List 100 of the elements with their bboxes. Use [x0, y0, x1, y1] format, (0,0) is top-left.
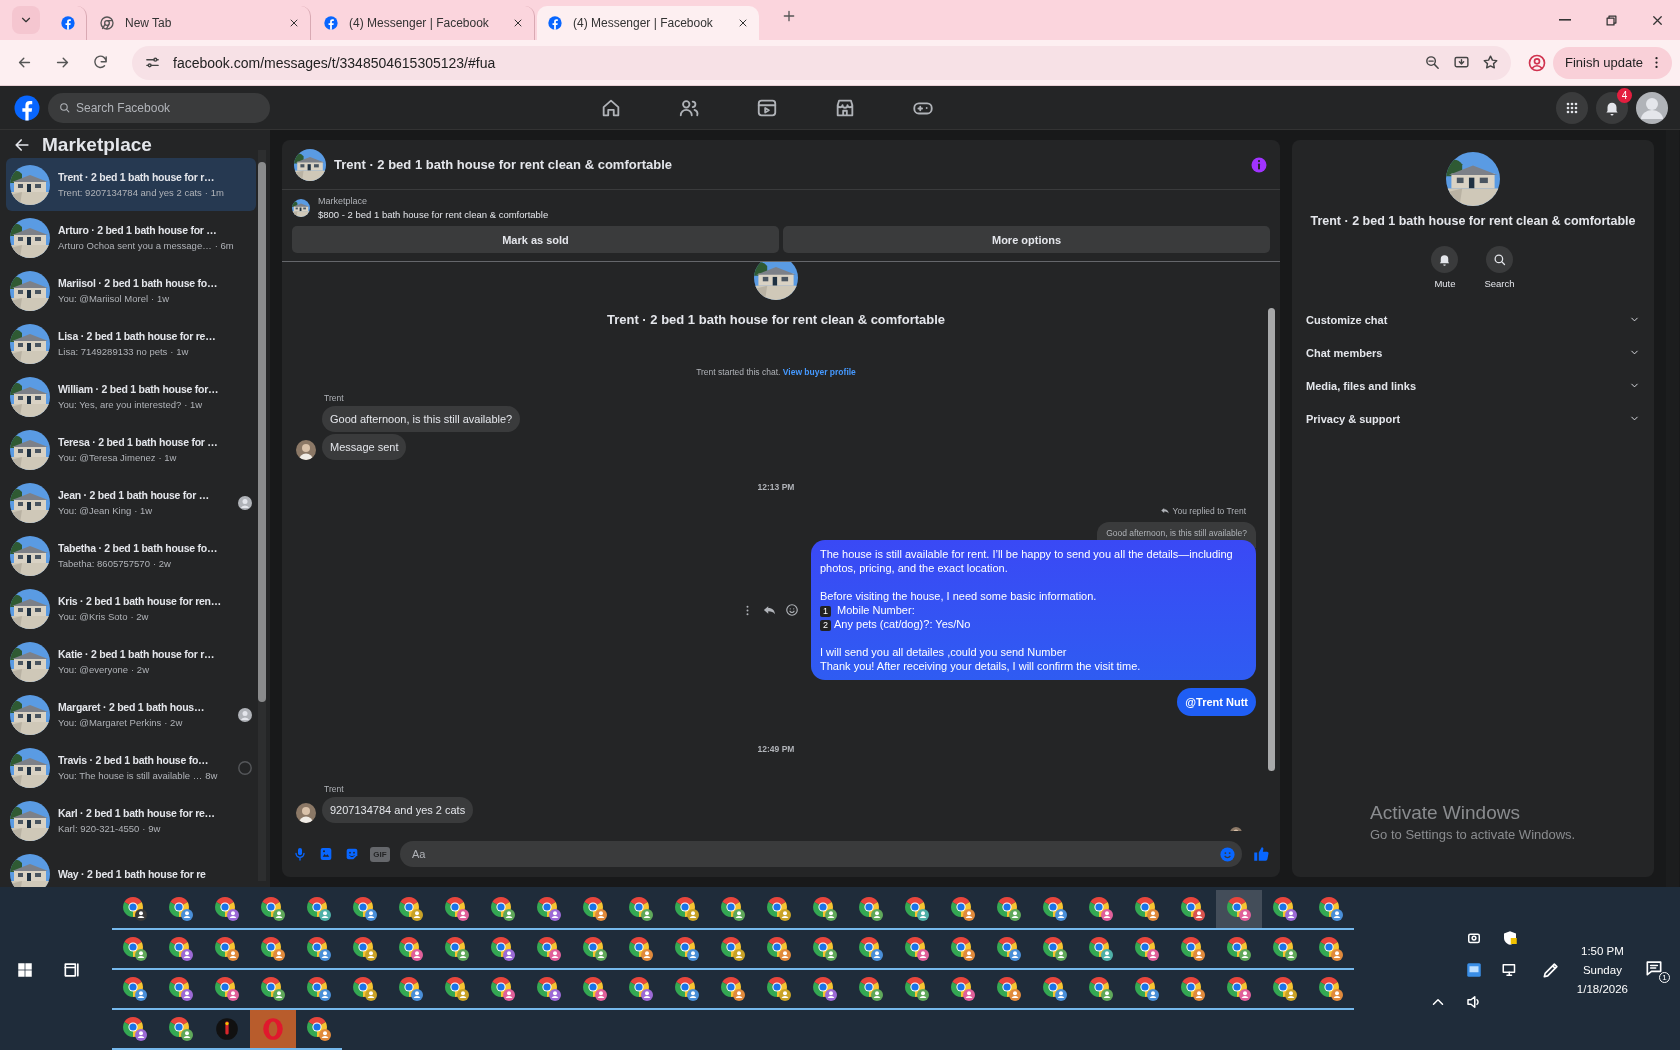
action-button[interactable]: More options: [783, 226, 1270, 253]
message-bubble: 9207134784 and yes 2 cats: [322, 797, 474, 823]
conversation-item[interactable]: Teresa · 2 bed 1 bath house for … You: @Teresa Jimenez · 1w: [6, 423, 256, 476]
sticker-icon[interactable]: [344, 846, 360, 862]
bookmark-star-icon[interactable]: [1481, 54, 1499, 71]
conversation-item[interactable]: William · 2 bed 1 bath house for… You: Yes, are you interested? · 1w: [6, 370, 256, 423]
notifications-button[interactable]: 1: [1644, 957, 1670, 983]
close-icon[interactable]: [512, 17, 524, 29]
browser-tab[interactable]: (4) Messenger | Facebook: [537, 6, 759, 40]
menu-button[interactable]: [1556, 91, 1588, 124]
address-bar[interactable]: facebook.com/messages/t/3348504615305123/#fua: [132, 45, 1511, 80]
app-icon[interactable]: [1464, 961, 1483, 979]
message-preview: You: The house is still available …: [58, 770, 203, 781]
conversation-item[interactable]: Jean · 2 bed 1 bath house for … You: @Jean King · 1w: [6, 476, 256, 529]
system-message: Trent started this chat. View buyer profile: [695, 367, 857, 377]
conversation-title: Tabetha · 2 bed 1 bath house fo…: [58, 542, 219, 554]
message-time: · 1w: [134, 505, 153, 516]
listing-title: $800 - 2 bed 1 bath house for rent clean & comfortable: [318, 209, 549, 220]
section-header[interactable]: Media, files and links: [1304, 369, 1642, 402]
update-button[interactable]: Finish update: [1552, 46, 1672, 79]
conversation-title: Trent · 2 bed 1 bath house for rent clean & comfortable: [1310, 214, 1636, 228]
conversation-item[interactable]: Katie · 2 bed 1 bath house for r… You: @everyone · 2w: [6, 635, 256, 688]
conversation-item[interactable]: Arturo · 2 bed 1 bath house for … Arturo Ochoa sent you a message… · 6m: [6, 211, 256, 264]
timestamp: 12:49 PM: [756, 744, 796, 754]
message-field[interactable]: Aa: [400, 841, 1242, 867]
reload-icon: [91, 54, 109, 71]
microphone-icon[interactable]: [292, 846, 308, 862]
conversation-title: Lisa · 2 bed 1 bath house for re…: [58, 330, 217, 342]
message-time: · 1w: [158, 452, 177, 463]
message-preview: You: @Kris Soto: [58, 611, 128, 622]
conversation-item[interactable]: Kris · 2 bed 1 bath house for ren… You: @Kris Soto · 2w: [6, 582, 256, 635]
task-view-icon[interactable]: [62, 960, 82, 980]
message-preview: You: @Mariisol Morel: [58, 293, 149, 304]
conversation-title: Way · 2 bed 1 bath house for re: [58, 867, 207, 880]
message-preview: You: @Margaret Perkins: [58, 717, 162, 728]
message-preview: Karl: 920-321-4550: [58, 823, 140, 834]
logo-icon: [547, 15, 563, 31]
activation-text: Go to Settings to activate Windows.: [1370, 827, 1576, 842]
conversation-item[interactable]: Mariisol · 2 bed 1 bath house fo… You: @Mariisol Morel · 1w: [6, 264, 256, 317]
conversation-title: Trent · 2 bed 1 bath house for r…: [58, 171, 216, 183]
conversation-item[interactable]: Trent · 2 bed 1 bath house for r… Trent: 9207134784 and yes 2 cats · 1m: [6, 158, 256, 211]
chat-title: Trent · 2 bed 1 bath house for rent clean & comfortable: [334, 157, 674, 172]
activation-title: Activate Windows: [1370, 802, 1521, 824]
conversation-title: William · 2 bed 1 bath house for…: [58, 383, 220, 395]
search-icon: [1492, 252, 1507, 267]
conversation-item[interactable]: Tabetha · 2 bed 1 bath house fo… Tabetha: 8605757570 · 2w: [6, 529, 256, 582]
thumbs-up-icon[interactable]: [1252, 845, 1270, 863]
message-time: · 1m: [204, 187, 224, 198]
section-header[interactable]: Customize chat: [1304, 303, 1642, 336]
conversation-title: Jean · 2 bed 1 bath house for …: [58, 489, 210, 501]
conversation-item[interactable]: Lisa · 2 bed 1 bath house for re… Lisa: 7149289133 no pets · 1w: [6, 317, 256, 370]
message-bubble: @Trent Nutt: [1177, 688, 1256, 716]
search-field[interactable]: Search Facebook: [48, 92, 270, 123]
sender-name: Trent: [324, 393, 345, 403]
conversation-item[interactable]: Karl · 2 bed 1 bath house for re… Karl: 920-321-4550 · 9w: [6, 794, 256, 847]
sender-name: Trent: [324, 784, 345, 794]
browser-icon: [99, 15, 115, 31]
scrollbar[interactable]: [258, 150, 266, 881]
message-time: · 2w: [152, 558, 171, 569]
info-icon[interactable]: [1250, 155, 1268, 174]
message-time: · 6m: [214, 240, 234, 251]
message-bubble: Good afternoon, is this still available?: [322, 406, 521, 432]
profile-icon[interactable]: [1526, 52, 1547, 73]
chat-intro-title: Trent · 2 bed 1 bath house for rent clean & comfortable: [606, 312, 946, 327]
message-time: · 9w: [142, 823, 161, 834]
conversation-item[interactable]: Travis · 2 bed 1 bath house fo… You: The house is still available … 8w: [6, 741, 256, 794]
message-preview: Trent: 9207134784 and yes 2 cats: [58, 187, 202, 198]
logo-icon: [60, 15, 76, 31]
listing-label: Marketplace: [318, 196, 369, 206]
notification-badge: 4: [1617, 87, 1632, 103]
avatar[interactable]: [1636, 91, 1668, 124]
close-icon[interactable]: [737, 17, 749, 29]
zoom-icon[interactable]: [1423, 54, 1441, 71]
app-icon: [214, 1016, 240, 1042]
conversation-title: Karl · 2 bed 1 bath house for re…: [58, 807, 216, 819]
message-time: 8w: [205, 770, 218, 781]
message-preview: Tabetha: 8605757570: [58, 558, 150, 569]
buyer-profile-link[interactable]: View buyer profile: [782, 367, 856, 377]
image-icon[interactable]: [318, 846, 334, 862]
restore-icon: [1603, 12, 1619, 28]
section-header[interactable]: Chat members: [1304, 336, 1642, 369]
message-time: · 1w: [170, 346, 189, 357]
emoji-icon[interactable]: [785, 603, 799, 617]
clock[interactable]: 1:50 PM Sunday 1/18/2026: [1576, 945, 1628, 995]
message-preview: You: @everyone: [58, 664, 129, 675]
message-preview: You: @Teresa Jimenez: [58, 452, 156, 463]
close-icon[interactable]: [288, 17, 300, 29]
windows-logo-icon[interactable]: [16, 961, 34, 979]
conversation-title: Margaret · 2 bed 1 bath hous…: [58, 701, 206, 713]
section-header[interactable]: Privacy & support: [1304, 402, 1642, 435]
conversation-item[interactable]: Margaret · 2 bed 1 bath hous… You: @Margaret Perkins · 2w: [6, 688, 256, 741]
conversation-title: Katie · 2 bed 1 bath house for r…: [58, 648, 216, 660]
message-time: · 2w: [130, 611, 149, 622]
message-preview: Arturo Ochoa sent you a message…: [58, 240, 212, 251]
action-button[interactable]: Mark as sold: [292, 226, 779, 253]
timestamp: 12:13 PM: [756, 482, 796, 492]
message-time: · 1w: [184, 399, 203, 410]
message-preview: You: @Jean King: [58, 505, 132, 516]
sidebar-title: Marketplace: [42, 134, 152, 156]
plus-icon: [781, 8, 797, 24]
